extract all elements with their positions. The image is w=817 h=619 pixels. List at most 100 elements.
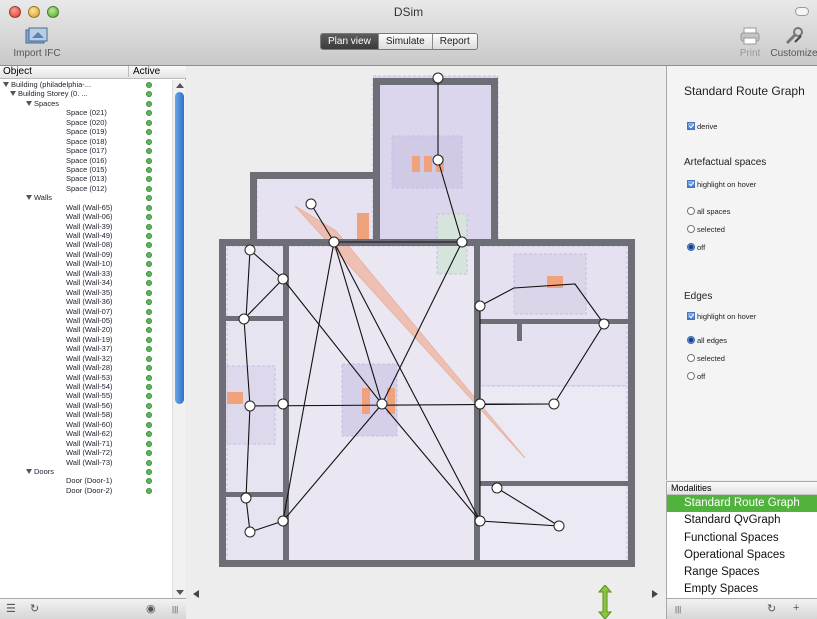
active-status-icon[interactable] bbox=[146, 204, 152, 211]
active-status-icon[interactable] bbox=[146, 100, 152, 107]
graph-node[interactable] bbox=[432, 154, 444, 166]
active-status-icon[interactable] bbox=[146, 421, 152, 428]
tree-row[interactable]: Wall (Wall-08) bbox=[0, 240, 172, 249]
disclosure-triangle-icon[interactable] bbox=[26, 468, 32, 474]
door-marker[interactable] bbox=[357, 213, 369, 239]
active-status-icon[interactable] bbox=[146, 233, 152, 239]
list-icon[interactable]: ☰ bbox=[6, 602, 16, 615]
graph-node[interactable] bbox=[238, 313, 250, 325]
active-status-icon[interactable] bbox=[146, 242, 152, 249]
tree-row[interactable]: Spaces bbox=[0, 99, 172, 108]
active-status-icon[interactable] bbox=[146, 214, 152, 221]
tree-row[interactable]: Building (philadelphia-... bbox=[0, 80, 172, 89]
modality-range-spaces[interactable]: Range Spaces bbox=[667, 564, 817, 581]
active-status-icon[interactable] bbox=[146, 148, 152, 155]
tree-row[interactable]: Space (019) bbox=[0, 127, 172, 136]
tree-row[interactable]: Space (013) bbox=[0, 174, 172, 183]
active-status-icon[interactable] bbox=[146, 346, 152, 353]
tree-row[interactable]: Wall (Wall-09) bbox=[0, 250, 172, 259]
derive-checkbox[interactable]: derive bbox=[687, 122, 717, 131]
resize-grip-icon[interactable]: ||| bbox=[172, 605, 178, 614]
add-icon[interactable]: + bbox=[793, 602, 799, 614]
disclosure-triangle-icon[interactable] bbox=[26, 195, 32, 201]
floor-plan[interactable] bbox=[187, 66, 666, 585]
tree-row[interactable]: Door (Door-2) bbox=[0, 486, 172, 495]
resize-grip-icon[interactable]: ||| bbox=[675, 605, 681, 614]
active-status-icon[interactable] bbox=[146, 374, 152, 381]
tree-row[interactable]: Wall (Wall-05) bbox=[0, 316, 172, 325]
graph-node[interactable] bbox=[305, 198, 317, 210]
active-status-icon[interactable] bbox=[146, 223, 152, 230]
tree-row[interactable]: Space (015) bbox=[0, 165, 172, 174]
active-status-icon[interactable] bbox=[146, 129, 152, 136]
active-status-icon[interactable] bbox=[146, 431, 152, 438]
tree-row[interactable]: Wall (Wall-19) bbox=[0, 335, 172, 344]
modality-empty-spaces[interactable]: Empty Spaces bbox=[667, 581, 817, 598]
active-status-icon[interactable] bbox=[146, 251, 152, 258]
tree-row[interactable]: Wall (Wall-35) bbox=[0, 288, 172, 297]
active-status-icon[interactable] bbox=[146, 440, 152, 447]
tree-row[interactable]: Wall (Wall-72) bbox=[0, 448, 172, 457]
canvas-horizontal-scrollbar[interactable] bbox=[187, 585, 666, 619]
tree-row[interactable]: Wall (Wall-37) bbox=[0, 344, 172, 353]
modality-standard-route-graph[interactable]: Standard Route Graph bbox=[667, 495, 817, 513]
active-status-icon[interactable] bbox=[146, 157, 152, 164]
tree-row[interactable]: Doors bbox=[0, 467, 172, 476]
tree-row[interactable]: Wall (Wall-56) bbox=[0, 401, 172, 410]
tree-row[interactable]: Wall (Wall-55) bbox=[0, 391, 172, 400]
tree-row[interactable]: Wall (Wall-49) bbox=[0, 231, 172, 240]
artefactual-highlight-checkbox[interactable]: highlight on hover bbox=[687, 180, 756, 189]
tree-row[interactable]: Walls bbox=[0, 193, 172, 202]
active-status-icon[interactable] bbox=[146, 468, 152, 475]
tree-row[interactable]: Wall (Wall-06) bbox=[0, 212, 172, 221]
scroll-down-icon[interactable] bbox=[176, 590, 184, 595]
radio-artefactual-selected[interactable]: selected bbox=[687, 225, 725, 234]
active-status-icon[interactable] bbox=[146, 270, 152, 277]
active-status-icon[interactable] bbox=[146, 336, 152, 343]
active-status-icon[interactable] bbox=[146, 412, 152, 419]
tree-scroll-thumb[interactable] bbox=[175, 92, 184, 404]
tree-row[interactable]: Space (021) bbox=[0, 108, 172, 117]
mode-plan-view[interactable]: Plan view bbox=[321, 34, 379, 49]
graph-node[interactable] bbox=[277, 515, 289, 527]
disclosure-triangle-icon[interactable] bbox=[26, 100, 32, 106]
tree-row[interactable]: Space (017) bbox=[0, 146, 172, 155]
tree-row[interactable]: Building Storey (0. ... bbox=[0, 89, 172, 98]
eye-icon[interactable]: ◉ bbox=[146, 602, 156, 615]
tree-row[interactable]: Space (020) bbox=[0, 118, 172, 127]
graph-node[interactable] bbox=[244, 244, 256, 256]
door-marker[interactable] bbox=[424, 156, 432, 172]
graph-node[interactable] bbox=[474, 515, 486, 527]
active-status-icon[interactable] bbox=[146, 299, 152, 306]
radio-edges-off[interactable]: off bbox=[687, 372, 705, 381]
tree-row[interactable]: Wall (Wall-34) bbox=[0, 278, 172, 287]
door-marker[interactable] bbox=[227, 392, 243, 404]
disclosure-triangle-icon[interactable] bbox=[3, 82, 9, 87]
active-status-icon[interactable] bbox=[146, 176, 152, 183]
tree-row[interactable]: Wall (Wall-54) bbox=[0, 382, 172, 391]
vertical-pan-handle-icon[interactable] bbox=[598, 585, 612, 619]
import-ifc-button[interactable]: Import IFC bbox=[6, 26, 68, 59]
tree-row[interactable]: Space (018) bbox=[0, 137, 172, 146]
active-status-icon[interactable] bbox=[146, 393, 152, 400]
active-status-icon[interactable] bbox=[146, 327, 152, 334]
door-marker[interactable] bbox=[362, 388, 370, 414]
active-status-icon[interactable] bbox=[146, 289, 152, 296]
scroll-up-icon[interactable] bbox=[176, 83, 184, 88]
active-status-icon[interactable] bbox=[146, 91, 152, 98]
modality-functional-spaces[interactable]: Functional Spaces bbox=[667, 530, 817, 547]
edges-highlight-checkbox[interactable]: highlight on hover bbox=[687, 312, 756, 321]
radio-artefactual-off[interactable]: off bbox=[687, 243, 705, 252]
space-region[interactable] bbox=[476, 385, 628, 567]
graph-node[interactable] bbox=[474, 398, 486, 410]
tree-row[interactable]: Wall (Wall-53) bbox=[0, 373, 172, 382]
radio-all-edges[interactable]: all edges bbox=[687, 336, 727, 345]
tree-row[interactable]: Door (Door-1) bbox=[0, 476, 172, 485]
tree-row[interactable]: Space (016) bbox=[0, 156, 172, 165]
refresh-icon[interactable]: ↻ bbox=[767, 602, 776, 615]
tree-row[interactable]: Space (012) bbox=[0, 184, 172, 193]
tree-row[interactable]: Wall (Wall-36) bbox=[0, 297, 172, 306]
tree-scrollbar[interactable] bbox=[172, 80, 186, 598]
graph-node[interactable] bbox=[432, 72, 444, 84]
active-status-icon[interactable] bbox=[146, 195, 152, 202]
